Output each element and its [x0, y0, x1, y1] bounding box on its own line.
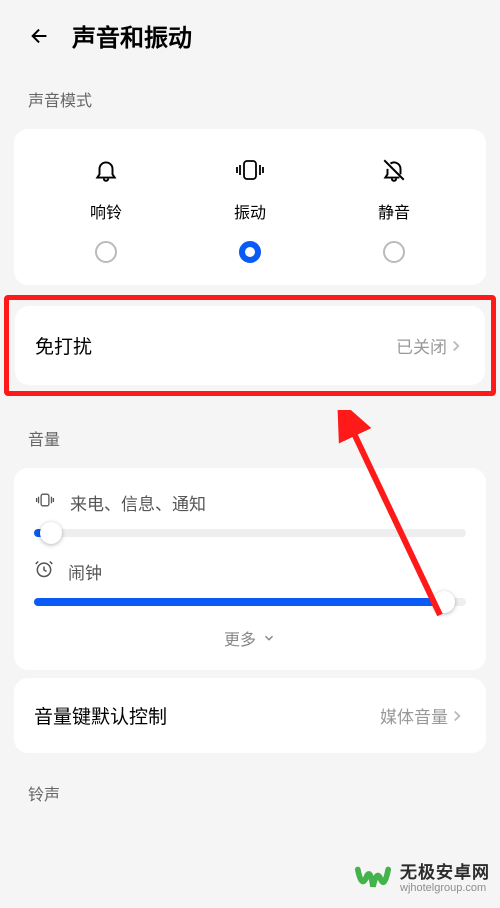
section-volume: 音量 [0, 406, 500, 460]
slider-ringtone[interactable] [34, 529, 466, 537]
section-ringtone: 铃声 [0, 761, 500, 815]
annotation-highlight: 免打扰 已关闭 [4, 295, 496, 396]
bell-icon [93, 155, 119, 185]
volume-more[interactable]: 更多 [34, 606, 466, 652]
volume-card: 来电、信息、通知 闹钟 更多 [14, 468, 486, 670]
radio-ring[interactable] [95, 241, 117, 263]
volume-key-label: 音量键默认控制 [34, 702, 167, 729]
chevron-right-icon [448, 707, 466, 725]
mode-ring-label: 响铃 [90, 199, 122, 223]
section-sound-mode: 声音模式 [0, 67, 500, 121]
sound-mode-card: 响铃 振动 静音 [14, 129, 486, 285]
dnd-row[interactable]: 免打扰 已关闭 [15, 306, 485, 385]
dnd-value: 已关闭 [396, 333, 447, 358]
slider-alarm[interactable] [34, 598, 466, 606]
watermark-cn: 无极安卓网 [400, 864, 490, 883]
chevron-right-icon [447, 337, 465, 355]
watermark: 无极安卓网 wjhotelgroup.com [354, 860, 490, 898]
radio-vibrate[interactable] [239, 241, 261, 263]
page-title: 声音和振动 [72, 18, 192, 53]
back-button[interactable] [26, 22, 54, 50]
watermark-en: wjhotelgroup.com [400, 882, 490, 894]
chevron-down-icon [262, 631, 276, 645]
vibrate-icon [233, 155, 267, 185]
dnd-label: 免打扰 [35, 332, 92, 359]
watermark-logo-icon [354, 860, 392, 898]
mode-silent-label: 静音 [378, 199, 410, 223]
mode-silent[interactable]: 静音 [349, 155, 439, 263]
clock-icon [34, 559, 54, 584]
mode-vibrate-label: 振动 [234, 199, 266, 223]
volume-key-value: 媒体音量 [380, 703, 448, 728]
volume-ringtone: 来电、信息、通知 [34, 468, 466, 537]
volume-alarm-label: 闹钟 [68, 559, 102, 584]
vibrate-small-icon [34, 491, 56, 514]
mode-ring[interactable]: 响铃 [61, 155, 151, 263]
volume-ringtone-label: 来电、信息、通知 [70, 490, 206, 515]
bell-off-icon [381, 155, 407, 185]
volume-key-row[interactable]: 音量键默认控制 媒体音量 [14, 678, 486, 753]
mode-vibrate[interactable]: 振动 [205, 155, 295, 263]
volume-more-label: 更多 [224, 626, 256, 650]
volume-alarm: 闹钟 [34, 537, 466, 606]
radio-silent[interactable] [383, 241, 405, 263]
